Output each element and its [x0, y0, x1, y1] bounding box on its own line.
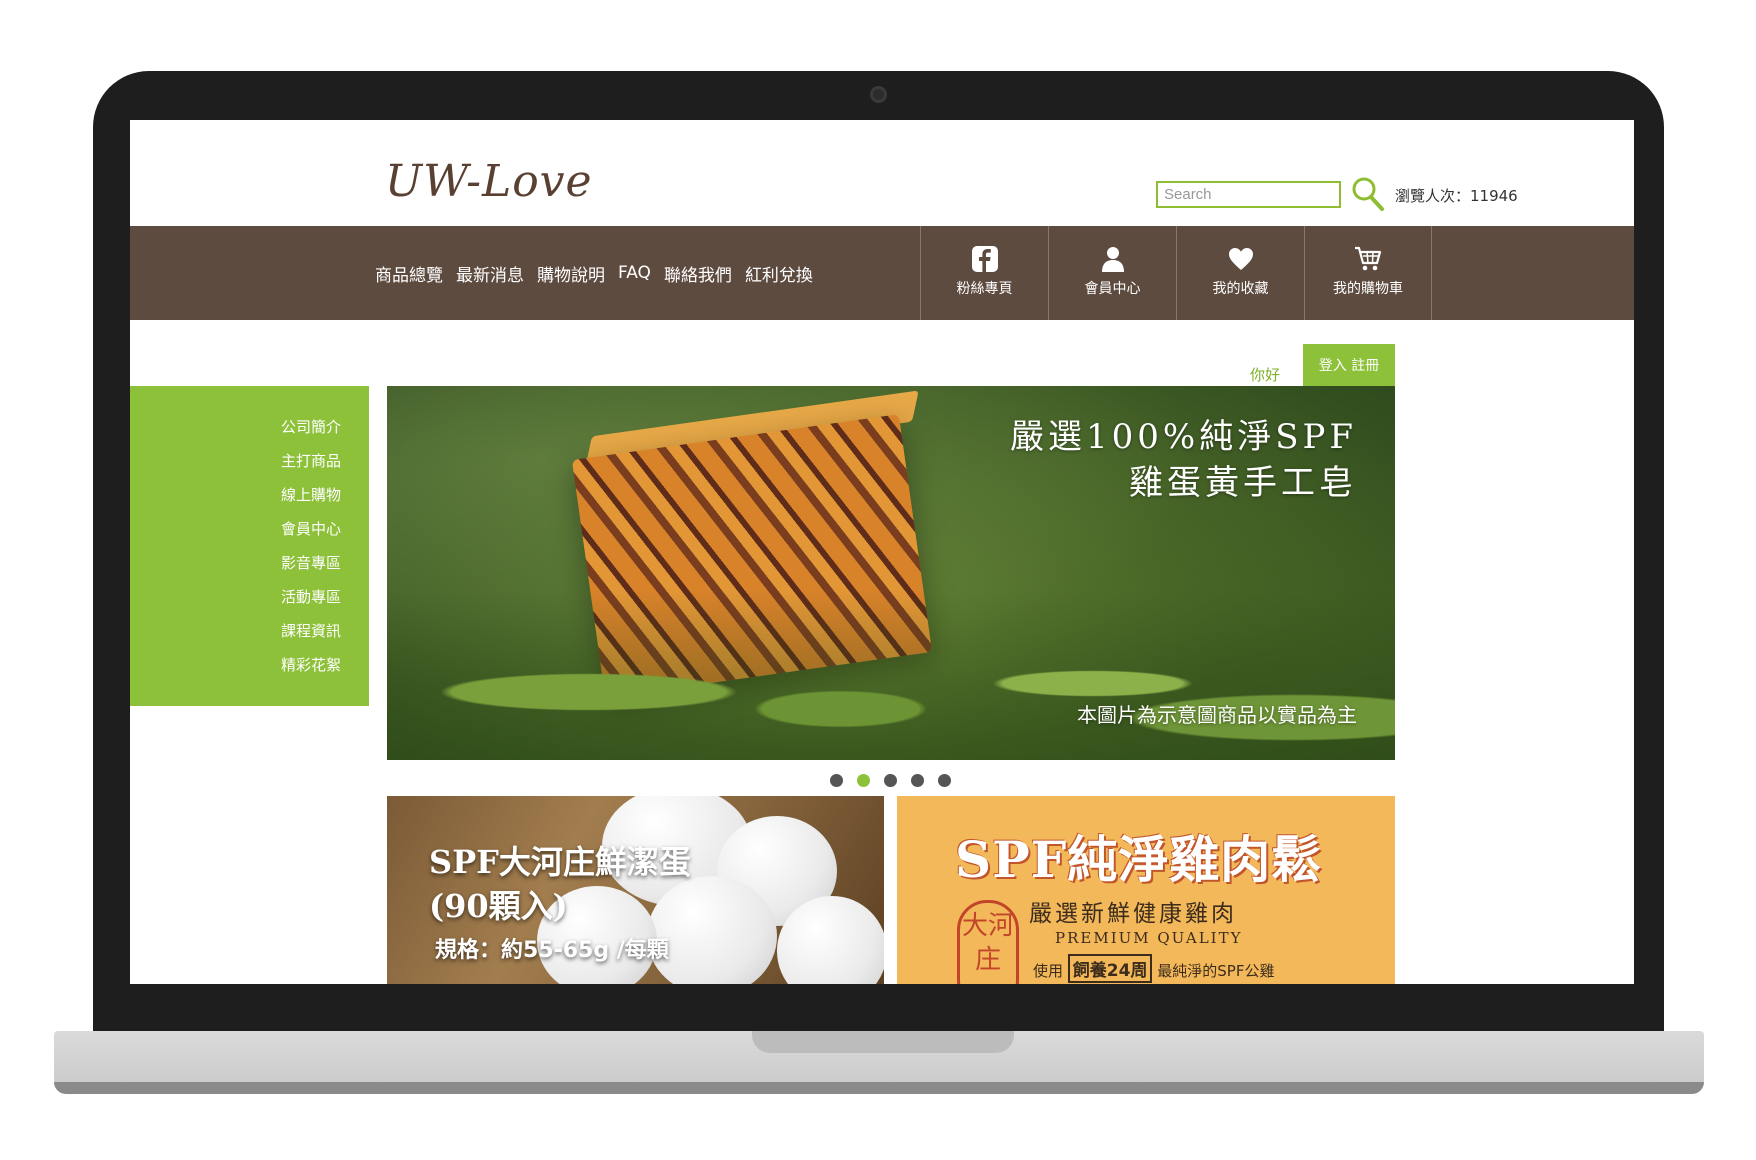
banner-disclaimer: 本圖片為示意圖商品以實品為主 — [1077, 703, 1357, 727]
nav-box-cart[interactable]: 我的購物車 — [1304, 226, 1432, 320]
banner-title-line1: 嚴選100%純淨SPF — [1010, 417, 1357, 457]
sidebar-item-member[interactable]: 會員中心 — [130, 512, 369, 546]
carousel-dot-1[interactable] — [830, 774, 843, 787]
floss-quality: PREMIUM QUALITY — [1055, 929, 1243, 947]
carousel-dot-3[interactable] — [884, 774, 897, 787]
sidebar-menu: 公司簡介 主打商品 線上購物 會員中心 影音專區 活動專區 課程資訊 精彩花絮 — [130, 386, 369, 706]
sidebar-item-events[interactable]: 活動專區 — [130, 580, 369, 614]
nav-link-faq[interactable]: FAQ — [618, 263, 651, 283]
login-register-button[interactable]: 登入 註冊 — [1303, 344, 1395, 386]
nav-box-favorites[interactable]: 我的收藏 — [1176, 226, 1304, 320]
nav-link-contact[interactable]: 聯絡我們 — [664, 261, 732, 286]
nav-link-news[interactable]: 最新消息 — [456, 261, 524, 286]
carousel-dot-5[interactable] — [938, 774, 951, 787]
sidebar-item-shop[interactable]: 線上購物 — [130, 478, 369, 512]
browser-screen: UW-Love 瀏覽人次：11946 商品總覽 最新消息 購物說明 FAQ 聯絡… — [130, 120, 1634, 984]
seal-stamp: 大河庄 — [957, 900, 1019, 984]
sidebar-item-about[interactable]: 公司簡介 — [130, 410, 369, 444]
sidebar-item-highlights[interactable]: 精彩花絮 — [130, 648, 369, 682]
greeting-text: 你好 — [1250, 366, 1281, 384]
promo-tile-eggs[interactable]: SPF大河庄鮮潔蛋 (90顆入) 規格：約55-65g /每顆 — [387, 796, 884, 984]
nav-box-label: 我的收藏 — [1212, 281, 1269, 297]
laptop-base-notch — [752, 1031, 1014, 1053]
floss-description: 使用 飼養24周 最純淨的SPF公雞 — [1033, 954, 1274, 983]
nav-box-label: 我的購物車 — [1333, 281, 1403, 297]
search-icon[interactable] — [1351, 176, 1385, 212]
site-logo[interactable]: UW-Love — [385, 156, 593, 207]
nav-link-products[interactable]: 商品總覽 — [375, 261, 443, 286]
search-input[interactable] — [1156, 181, 1341, 208]
sidebar-item-videos[interactable]: 影音專區 — [130, 546, 369, 580]
sidebar-item-featured[interactable]: 主打商品 — [130, 444, 369, 478]
nav-link-rewards[interactable]: 紅利兌換 — [745, 261, 813, 286]
main-nav: 商品總覽 最新消息 購物說明 FAQ 聯絡我們 紅利兌換 粉絲專頁 會員中心 我… — [130, 226, 1634, 320]
floss-line-suffix: 最純淨的SPF公雞 — [1157, 962, 1275, 980]
eggs-spec: 規格：約55-65g /每顆 — [435, 938, 669, 963]
visitor-counter: 瀏覽人次：11946 — [1395, 187, 1518, 205]
nav-link-shopping-guide[interactable]: 購物說明 — [537, 261, 605, 286]
carousel-dot-4[interactable] — [911, 774, 924, 787]
floss-title: SPF純淨雞肉鬆 — [955, 830, 1323, 889]
webcam-icon — [870, 86, 887, 103]
sidebar-item-courses[interactable]: 課程資訊 — [130, 614, 369, 648]
eggs-title: SPF大河庄鮮潔蛋 (90顆入) — [429, 840, 691, 928]
promo-tile-chicken-floss[interactable]: SPF純淨雞肉鬆 大河庄 嚴選新鮮健康雞肉 PREMIUM QUALITY 使用… — [897, 796, 1395, 984]
floss-subtitle: 嚴選新鮮健康雞肉 — [1029, 901, 1237, 927]
user-icon — [1101, 247, 1124, 272]
nav-box-label: 會員中心 — [1084, 281, 1141, 297]
floss-line-box: 飼養24周 — [1067, 954, 1153, 983]
nav-links: 商品總覽 最新消息 購物說明 FAQ 聯絡我們 紅利兌換 — [375, 226, 826, 320]
floss-line-prefix: 使用 — [1033, 962, 1064, 980]
carousel-dots — [830, 774, 965, 787]
nav-box-member[interactable]: 會員中心 — [1048, 226, 1176, 320]
nav-box-label: 粉絲專頁 — [956, 281, 1013, 297]
facebook-icon — [971, 246, 998, 272]
banner-title-line2: 雞蛋黃手工皂 — [1129, 463, 1357, 503]
heart-icon — [1228, 248, 1253, 270]
eggs-title-line1: SPF大河庄鮮潔蛋 — [429, 843, 691, 881]
clover-leaves-image — [387, 590, 1395, 760]
carousel-dot-2[interactable] — [857, 774, 870, 787]
hero-banner[interactable]: 嚴選100%純淨SPF 雞蛋黃手工皂 本圖片為示意圖商品以實品為主 — [387, 386, 1395, 760]
laptop-base-shadow — [54, 1082, 1704, 1094]
nav-box-fanpage[interactable]: 粉絲專頁 — [920, 226, 1048, 320]
banner-title: 嚴選100%純淨SPF 雞蛋黃手工皂 — [1010, 414, 1357, 506]
cart-icon — [1355, 246, 1382, 271]
eggs-title-line2: (90顆入) — [429, 887, 568, 925]
